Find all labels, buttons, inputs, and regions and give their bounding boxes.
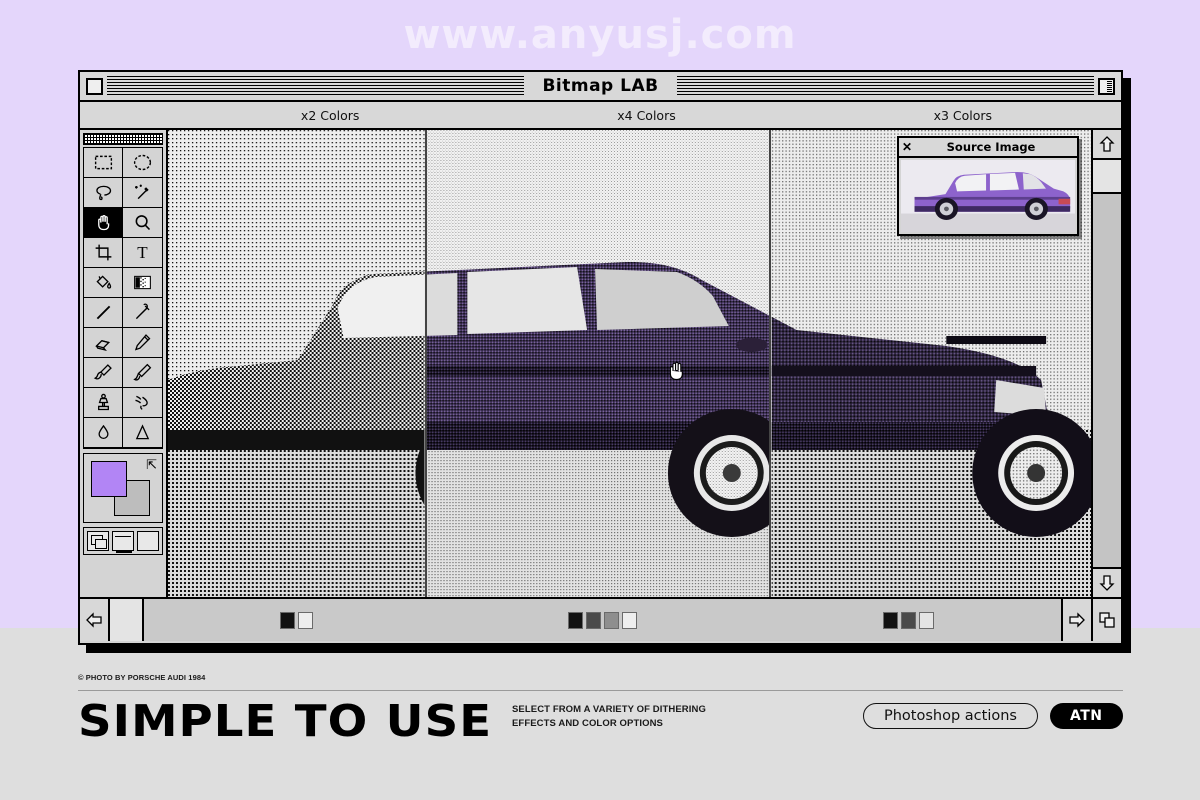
panel-divider-2 bbox=[769, 130, 771, 597]
vertical-scroll-track[interactable] bbox=[1093, 194, 1121, 567]
screen-mode-buttons bbox=[83, 527, 163, 555]
swatch-chip[interactable] bbox=[280, 611, 296, 629]
photo-credit: © PHOTO BY PORSCHE AUDI 1984 bbox=[78, 673, 206, 682]
magic-wand-tool[interactable] bbox=[123, 178, 162, 208]
palette-drag-grip[interactable] bbox=[83, 133, 163, 145]
crop-tool[interactable] bbox=[84, 238, 123, 268]
foreground-color-swatch[interactable] bbox=[91, 461, 127, 497]
color-swatch-widget[interactable]: ⇱ bbox=[83, 453, 163, 523]
atn-badge[interactable]: ATN bbox=[1050, 703, 1123, 729]
column-label-3: x3 Colors bbox=[933, 107, 993, 123]
swatch-chip[interactable] bbox=[298, 611, 314, 629]
paintbrush-tool[interactable] bbox=[123, 358, 162, 388]
tool-palette: T ⇱ bbox=[80, 130, 168, 597]
smudge-tool[interactable] bbox=[123, 388, 162, 418]
pencil-tool[interactable] bbox=[123, 328, 162, 358]
footer-subcopy: SELECT FROM A VARIETY OF DITHERING EFFEC… bbox=[512, 703, 706, 731]
close-icon[interactable]: ✕ bbox=[899, 141, 915, 153]
type-tool[interactable]: T bbox=[123, 238, 162, 268]
scroll-down-arrow[interactable] bbox=[1093, 567, 1121, 597]
window-titlebar[interactable]: Bitmap LAB bbox=[80, 72, 1121, 102]
type-tool-glyph: T bbox=[137, 243, 148, 262]
airbrush-tool[interactable] bbox=[84, 358, 123, 388]
blur-tool[interactable] bbox=[84, 418, 123, 448]
dodge-tool[interactable] bbox=[123, 418, 162, 448]
zoom-tool[interactable] bbox=[123, 208, 162, 238]
source-window-titlebar[interactable]: ✕ Source Image bbox=[899, 138, 1077, 158]
swatch-chip[interactable] bbox=[568, 611, 583, 629]
titlebar-stripes-right bbox=[676, 76, 1095, 96]
marquee-ellipse-tool[interactable] bbox=[123, 148, 162, 178]
eraser-tool[interactable] bbox=[84, 328, 123, 358]
footer-divider bbox=[78, 690, 1123, 691]
screen-mode-fullscreen-menubar[interactable] bbox=[112, 531, 134, 553]
swatch-chip[interactable] bbox=[900, 611, 916, 629]
titlebar-stripes-left bbox=[107, 76, 525, 96]
eyedropper-tool[interactable] bbox=[123, 298, 162, 328]
column-label-1: x2 Colors bbox=[300, 107, 360, 123]
paint-bucket-tool[interactable] bbox=[84, 268, 123, 298]
marquee-rect-tool[interactable] bbox=[84, 148, 123, 178]
lasso-tool[interactable] bbox=[84, 178, 123, 208]
swatch-chip[interactable] bbox=[586, 611, 601, 629]
swatch-chip[interactable] bbox=[918, 611, 934, 629]
zoom-box-icon[interactable] bbox=[1098, 77, 1116, 95]
swatch-chip[interactable] bbox=[622, 611, 637, 629]
footer-subcopy-line2: EFFECTS AND COLOR OPTIONS bbox=[512, 717, 663, 729]
footer-headline: SIMPLE TO USE bbox=[78, 696, 493, 747]
swatch-chip[interactable] bbox=[604, 611, 619, 629]
vertical-scrollbar[interactable] bbox=[1091, 130, 1121, 597]
column-label-2: x4 Colors bbox=[617, 107, 676, 123]
clone-stamp-tool[interactable] bbox=[84, 388, 123, 418]
tool-grid: T bbox=[83, 147, 163, 449]
site-watermark: www.anyusj.com bbox=[403, 12, 797, 58]
source-image-preview bbox=[901, 160, 1075, 232]
window-content: T ⇱ ✕ Source Image bbox=[80, 130, 1121, 597]
source-image-window[interactable]: ✕ Source Image bbox=[897, 136, 1079, 236]
scroll-up-arrow[interactable] bbox=[1093, 130, 1121, 160]
panel-divider-1 bbox=[425, 130, 427, 597]
gradient-tool[interactable] bbox=[123, 268, 162, 298]
source-window-title: Source Image bbox=[946, 140, 1036, 154]
column-header-strip: x2 Colors x4 Colors x3 Colors bbox=[80, 102, 1121, 130]
photoshop-actions-pill[interactable]: Photoshop actions bbox=[863, 703, 1038, 729]
close-box-icon[interactable] bbox=[86, 77, 103, 95]
hand-cursor-icon bbox=[665, 358, 689, 384]
footer-subcopy-line1: SELECT FROM A VARIETY OF DITHERING bbox=[512, 704, 706, 715]
screen-mode-fullscreen[interactable] bbox=[137, 531, 159, 551]
swap-colors-icon[interactable]: ⇱ bbox=[146, 458, 157, 471]
bitmap-lab-window: Bitmap LAB x2 Colors x4 Colors x3 Colors bbox=[78, 70, 1123, 645]
image-canvas[interactable]: ✕ Source Image bbox=[168, 130, 1091, 597]
vertical-scroll-thumb[interactable] bbox=[1093, 160, 1121, 194]
swatch-chip[interactable] bbox=[882, 611, 898, 629]
window-title: Bitmap LAB bbox=[542, 76, 659, 96]
screen-mode-standard[interactable] bbox=[87, 531, 109, 551]
hand-tool[interactable] bbox=[84, 208, 123, 238]
line-tool[interactable] bbox=[84, 298, 123, 328]
